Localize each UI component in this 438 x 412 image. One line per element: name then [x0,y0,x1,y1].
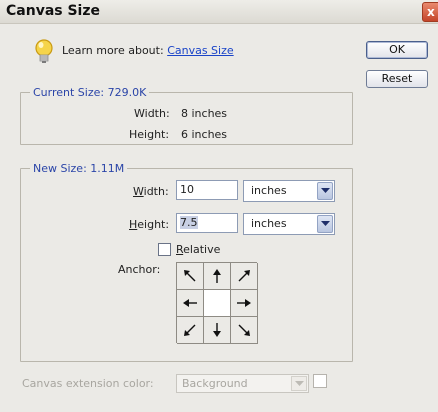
close-icon: x [427,5,435,19]
current-height-value: 6 inches [181,128,228,141]
anchor-left[interactable] [177,290,204,317]
arrow-up-right-icon [238,270,250,282]
anchor-right[interactable] [231,290,258,317]
ok-button[interactable]: OK [366,41,428,59]
width-input[interactable]: 10 [176,180,238,200]
chevron-down-icon [291,376,307,391]
anchor-bottom-right[interactable] [231,317,258,344]
canvas-extension-color-value: Background [182,377,248,390]
arrow-up-left-icon [184,270,196,282]
canvas-extension-color-select[interactable]: Background [176,374,309,393]
height-unit-value: inches [251,217,287,230]
height-unit-select[interactable]: inches [243,213,335,235]
arrow-left-icon [183,299,197,307]
current-width-value: 8 inches [181,107,228,120]
anchor-center[interactable] [204,290,231,317]
anchor-bottom[interactable] [204,317,231,344]
anchor-top[interactable] [204,263,231,290]
current-width-label: Width: [134,107,170,120]
width-unit-select[interactable]: inches [243,180,335,202]
chevron-down-icon [317,182,333,200]
width-unit-value: inches [251,184,287,197]
arrow-right-icon [237,299,251,307]
canvas-extension-color-swatch[interactable] [313,374,327,388]
anchor-top-right[interactable] [231,263,258,290]
anchor-grid [176,262,258,344]
anchor-label: Anchor: [118,263,161,276]
close-button[interactable]: x [422,2,438,22]
chevron-down-icon [317,215,333,233]
new-height-label: Height: [129,218,170,231]
new-width-label: Width: [133,185,169,198]
lightbulb-icon [35,39,53,63]
new-size-label: New Size: 1.11M [33,162,125,175]
relative-checkbox[interactable] [158,243,171,256]
arrow-up-icon [213,269,221,283]
title-bar: Canvas Size x [0,0,438,24]
anchor-bottom-left[interactable] [177,317,204,344]
current-size-label: Current Size: 729.0K [33,86,147,99]
reset-button[interactable]: Reset [366,70,428,88]
canvas-size-help-link[interactable]: Canvas Size [167,44,233,57]
height-input[interactable]: 7.5 [176,213,238,233]
learn-more-text: Learn more about: Canvas Size [62,44,234,57]
dialog-title: Canvas Size [6,3,100,19]
anchor-top-left[interactable] [177,263,204,290]
arrow-down-right-icon [238,324,250,336]
relative-label: Relative [176,243,221,256]
arrow-down-icon [213,323,221,337]
arrow-down-left-icon [184,324,196,336]
canvas-size-dialog: Canvas Size x Learn more about: Canvas S… [0,0,438,412]
current-height-label: Height: [129,128,170,141]
canvas-extension-color-label: Canvas extension color: [22,377,154,390]
